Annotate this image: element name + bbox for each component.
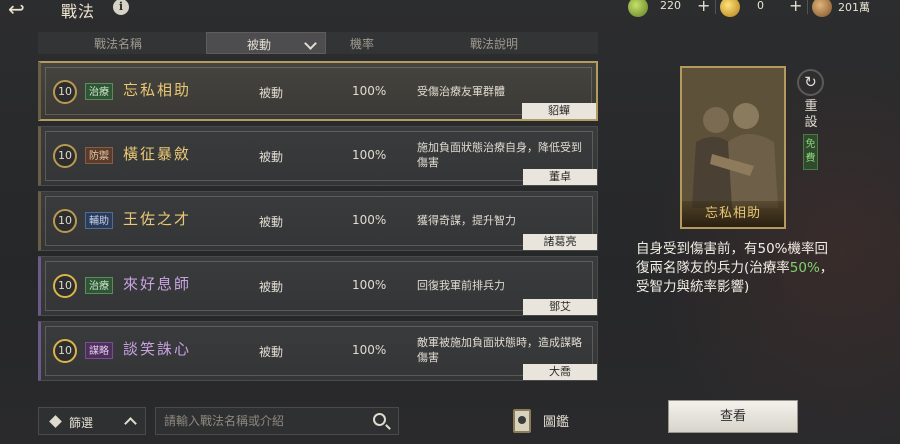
skill-category-tag: 防禦 bbox=[85, 147, 113, 164]
divider bbox=[715, 0, 716, 14]
skill-level-badge: 10 bbox=[53, 339, 77, 363]
skill-type: 被動 bbox=[259, 150, 284, 164]
skill-general-label: 鄧艾 bbox=[523, 299, 597, 315]
add-gold-button[interactable]: + bbox=[789, 0, 802, 15]
reset-label[interactable]: 重設 bbox=[803, 99, 819, 131]
skill-description: 受傷治療友軍群體 bbox=[417, 85, 505, 98]
skill-name: 橫征暴斂 bbox=[123, 145, 192, 163]
skill-general-label: 諸葛亮 bbox=[523, 234, 597, 250]
gold-currency-icon bbox=[720, 0, 740, 17]
skill-row[interactable]: 10 謀略 談笑誅心 被動 100% 敵軍被施加負面狀態時，造成謀略傷害 大喬 bbox=[38, 321, 598, 381]
free-badge: 免費 bbox=[803, 134, 818, 170]
skill-card-name: 忘私相助 bbox=[682, 201, 784, 227]
skill-effect-description: 自身受到傷害前，有50%機率回復兩名隊友的兵力(治療率50%，受智力與統率影響) bbox=[636, 240, 836, 297]
skill-name: 談笑誅心 bbox=[123, 340, 192, 358]
skill-category-tag: 治療 bbox=[85, 83, 113, 100]
column-header-rate: 機率 bbox=[350, 37, 375, 51]
skill-category-tag: 輔助 bbox=[85, 212, 113, 229]
view-button[interactable]: 查看 bbox=[668, 400, 798, 433]
jade-currency-value: 220 bbox=[660, 0, 681, 12]
skill-rate: 100% bbox=[352, 84, 387, 98]
skill-type: 被動 bbox=[259, 280, 284, 294]
skill-category-tag: 治療 bbox=[85, 277, 113, 294]
skill-description: 回復我軍前排兵力 bbox=[417, 279, 505, 292]
skill-row[interactable]: 10 治療 忘私相助 被動 100% 受傷治療友軍群體 貂蟬 bbox=[38, 61, 598, 121]
skill-type: 被動 bbox=[259, 215, 284, 229]
gold-currency-value: 0 bbox=[757, 0, 764, 12]
codex-label[interactable]: 圖鑑 bbox=[543, 411, 569, 430]
chevron-up-icon bbox=[124, 417, 137, 430]
skill-rate: 100% bbox=[352, 148, 387, 162]
filter-diamond-icon bbox=[49, 415, 62, 428]
type-filter-dropdown[interactable]: 被動 bbox=[206, 32, 326, 54]
effect-highlight: 50% bbox=[789, 260, 820, 276]
skill-level-badge: 10 bbox=[53, 144, 77, 168]
skill-name: 王佐之才 bbox=[123, 210, 192, 228]
skill-rate: 100% bbox=[352, 278, 387, 292]
column-header-name: 戰法名稱 bbox=[94, 37, 143, 51]
skill-general-label: 貂蟬 bbox=[522, 103, 596, 119]
skill-description: 獲得奇謀，提升智力 bbox=[417, 214, 516, 227]
skill-name: 忘私相助 bbox=[123, 81, 192, 99]
skill-level-badge: 10 bbox=[53, 209, 77, 233]
copper-currency-icon bbox=[812, 0, 832, 17]
top-bar: ↩ 戰法 i 220 + 0 + 201萬 bbox=[0, 0, 900, 21]
skill-row[interactable]: 10 輔助 王佐之才 被動 100% 獲得奇謀，提升智力 諸葛亮 bbox=[38, 191, 598, 251]
page-title: 戰法 bbox=[61, 2, 96, 21]
skill-rate: 100% bbox=[352, 343, 387, 357]
skill-description: 施加負面狀態治療自身，降低受到傷害 bbox=[417, 141, 582, 169]
info-icon[interactable]: i bbox=[113, 0, 129, 15]
skill-type: 被動 bbox=[259, 345, 284, 359]
codex-icon[interactable] bbox=[513, 409, 531, 433]
type-filter-value: 被動 bbox=[247, 38, 272, 52]
skill-level-badge: 10 bbox=[53, 274, 77, 298]
skill-general-label: 大喬 bbox=[523, 364, 597, 380]
skill-level-badge: 10 bbox=[53, 80, 77, 104]
reset-icon[interactable]: ↻ bbox=[797, 69, 824, 96]
skill-category-tag: 謀略 bbox=[85, 342, 113, 359]
list-header: 戰法名稱 被動 機率 戰法說明 bbox=[38, 32, 598, 54]
filter-button[interactable]: 篩選 bbox=[38, 407, 146, 435]
search-icon[interactable] bbox=[373, 413, 386, 426]
skill-general-label: 董卓 bbox=[523, 169, 597, 185]
column-header-description: 戰法說明 bbox=[470, 37, 519, 51]
skill-name: 來好息師 bbox=[123, 275, 192, 293]
copper-currency-value: 201萬 bbox=[838, 1, 870, 14]
divider bbox=[807, 0, 808, 14]
skill-rate: 100% bbox=[352, 213, 387, 227]
add-jade-button[interactable]: + bbox=[697, 0, 710, 15]
skill-description: 敵軍被施加負面狀態時，造成謀略傷害 bbox=[417, 336, 582, 364]
chevron-down-icon bbox=[304, 37, 317, 50]
skill-card: 忘私相助 bbox=[680, 66, 786, 229]
skill-row[interactable]: 10 治療 來好息師 被動 100% 回復我軍前排兵力 鄧艾 bbox=[38, 256, 598, 316]
filter-label: 篩選 bbox=[69, 416, 94, 430]
jade-currency-icon bbox=[628, 0, 648, 17]
search-input[interactable] bbox=[155, 407, 399, 435]
back-arrow-icon[interactable]: ↩ bbox=[8, 0, 25, 21]
skill-type: 被動 bbox=[259, 86, 284, 100]
skill-row[interactable]: 10 防禦 橫征暴斂 被動 100% 施加負面狀態治療自身，降低受到傷害 董卓 bbox=[38, 126, 598, 186]
